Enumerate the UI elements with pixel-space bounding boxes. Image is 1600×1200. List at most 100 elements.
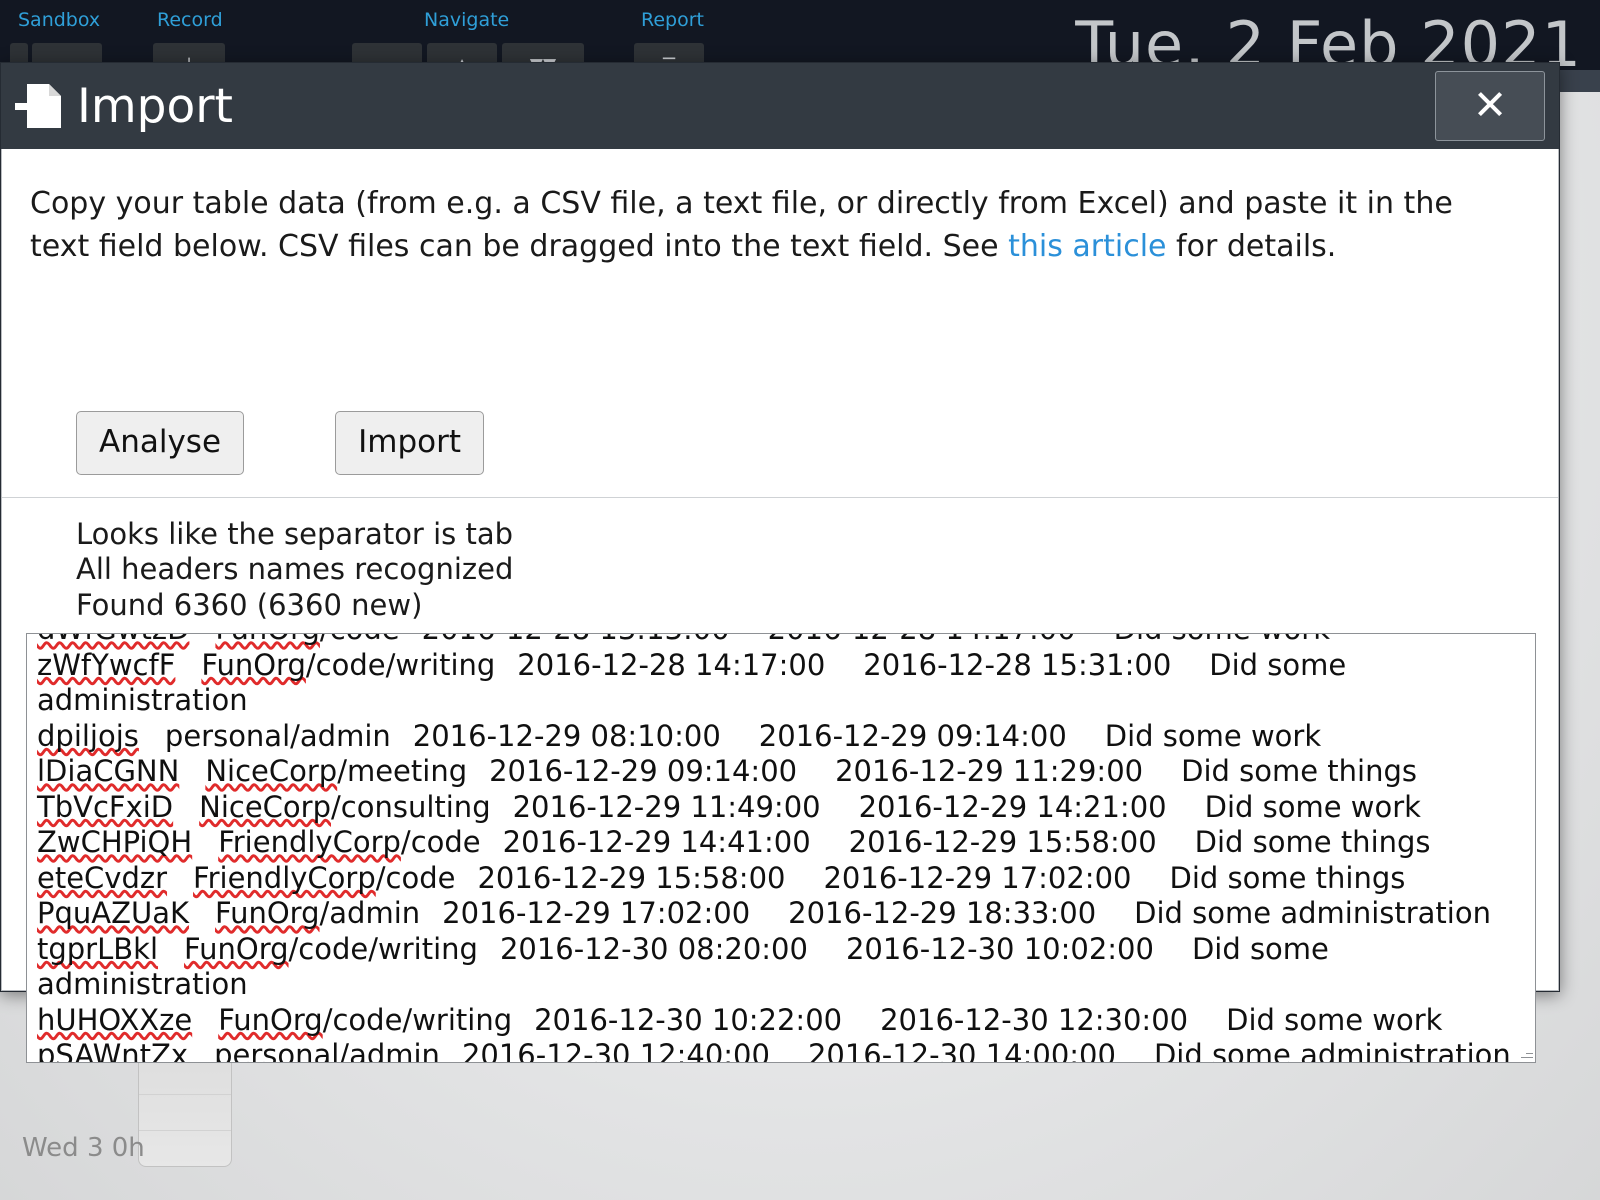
paste-cell: dWfGwtzD [37, 634, 189, 646]
paste-row: hUHOXXze FunOrg/code/writing 2016-12-30 … [37, 1002, 1535, 1039]
paste-cell: TbVcFxiD [37, 789, 174, 824]
textarea-resize-grip[interactable] [1519, 1046, 1533, 1060]
intro-text-after-link: for details. [1166, 228, 1337, 264]
paste-cell: tgprLBkl [37, 931, 159, 966]
import-button[interactable]: Import [335, 411, 485, 475]
paste-cell: Did some administration [1153, 1038, 1511, 1063]
tab-spacer [478, 932, 500, 968]
app-toolbar: SandboxRecordNavigateReport ↓▲▼▼☰ Tue, 2… [0, 0, 1600, 83]
paste-cell: 2016-12-29 15:58:00 [848, 825, 1157, 859]
intro-paragraph: Copy your table data (from e.g. a CSV fi… [30, 183, 1510, 268]
paste-cell-task-part: /consulting [331, 789, 491, 824]
paste-row: lDiaCGNN NiceCorp/meeting 2016-12-29 09:… [37, 754, 1535, 790]
tab-spacer [785, 861, 823, 897]
paste-cell-task-part: /admin [319, 896, 421, 930]
section-divider [2, 497, 1558, 498]
paste-cell-task-part: FunOrg [215, 896, 320, 930]
tab-spacer [1157, 825, 1195, 861]
paste-cell-task-part: FriendlyCorp [218, 825, 401, 859]
tab-spacer [400, 634, 422, 648]
paste-data-textarea[interactable]: dWfGwtzD FunOrg/code 2016-12-28 13:13:00… [26, 633, 1536, 1063]
tab-spacer [467, 754, 489, 790]
tab-spacer [721, 719, 759, 755]
tab-spacer [1171, 648, 1209, 684]
paste-cell-task-part: /writing [385, 647, 496, 682]
tab-spacer [179, 754, 205, 790]
dialog-title: Import [77, 78, 233, 134]
tab-spacer [173, 790, 199, 826]
paste-cell: 2016-12-29 14:41:00 [502, 825, 811, 859]
analysis-status-block: Looks like the separator is tab All head… [76, 517, 513, 623]
tab-spacer [750, 896, 788, 932]
paste-cell: 2016-12-30 08:20:00 [499, 931, 808, 966]
toolbar-group-label-navigate: Navigate [424, 9, 510, 31]
toolbar-group-label-record: Record [157, 9, 223, 31]
paste-cell: 2016-12-28 14:17:00 [517, 647, 826, 682]
paste-row: TbVcFxiD NiceCorp/consulting 2016-12-29 … [37, 789, 1535, 826]
paste-cell-task-part: NiceCorp [205, 754, 338, 788]
paste-cell: 2016-12-29 17:02:00 [823, 860, 1132, 895]
paste-cell: 2016-12-30 12:40:00 [461, 1038, 770, 1063]
tab-spacer [1167, 790, 1205, 826]
paste-cell-task-part: FunOrg [184, 931, 289, 966]
paste-cell: 2016-12-29 09:14:00 [758, 718, 1067, 753]
paste-cell-task-part: FunOrg [201, 647, 306, 682]
paste-cell: Did some things [1194, 825, 1431, 859]
this-article-link[interactable]: this article [1008, 229, 1166, 264]
paste-cell: Did some things [1181, 754, 1417, 788]
status-line-separator: Looks like the separator is tab [76, 517, 514, 551]
analyse-button[interactable]: Analyse [76, 411, 245, 475]
tab-spacer [167, 861, 193, 897]
tab-spacer [391, 719, 413, 755]
tab-spacer [808, 932, 846, 968]
paste-cell: pSAWntZx [37, 1038, 189, 1063]
tab-spacer [512, 1003, 534, 1039]
paste-cell: 2016-12-29 11:49:00 [512, 789, 821, 824]
paste-cell-task-part: /writing [402, 1002, 513, 1037]
tab-spacer [189, 896, 215, 932]
close-icon[interactable]: ✕ [1435, 71, 1545, 141]
paste-cell-task-part: /code [375, 860, 456, 895]
paste-cell: Did some work [1114, 634, 1330, 646]
paste-cell-task-part: /code [400, 825, 481, 859]
paste-cell-task-part: personal [214, 1038, 340, 1063]
paste-cell-task-part: personal [164, 718, 291, 753]
tab-spacer [188, 1038, 214, 1062]
tab-spacer [491, 790, 513, 826]
paste-cell: hUHOXXze [37, 1002, 193, 1037]
paste-cell: eteCvdzr [37, 860, 168, 895]
tab-spacer [1116, 1038, 1154, 1062]
import-document-arrow-icon [13, 84, 61, 128]
status-line-found: Found 6360 (6360 new) [76, 587, 423, 622]
tab-spacer [455, 861, 477, 897]
tab-spacer [1067, 719, 1105, 755]
paste-row: dWfGwtzD FunOrg/code 2016-12-28 13:13:00… [37, 634, 1535, 648]
paste-cell: 2016-12-29 18:33:00 [788, 896, 1097, 930]
paste-cell-task-part: /meeting [337, 754, 468, 788]
paste-cell-task-part: FunOrg [218, 1002, 323, 1037]
paste-cell: 2016-12-29 17:02:00 [442, 896, 751, 930]
paste-row: tgprLBkl FunOrg/code/writing 2016-12-30 … [37, 931, 1535, 1003]
paste-cell: ZwCHPiQH [37, 825, 193, 859]
tab-spacer [158, 932, 184, 968]
paste-cell-task-part: /writing [368, 931, 478, 966]
tab-spacer [1154, 932, 1192, 968]
paste-cell: 2016-12-30 10:02:00 [845, 931, 1154, 966]
import-dialog: Import ✕ Copy your table data (from e.g.… [0, 62, 1560, 1063]
paste-row: ZwCHPiQH FriendlyCorp/code 2016-12-29 14… [37, 825, 1535, 861]
toolbar-group-label-sandbox: Sandbox [18, 9, 101, 31]
background-day-label: Wed 3 0h [22, 1133, 145, 1163]
paste-cell: 2016-12-29 09:14:00 [489, 754, 798, 788]
paste-cell: 2016-12-29 14:21:00 [858, 789, 1167, 824]
tab-spacer [1076, 634, 1114, 648]
tab-spacer [481, 825, 503, 861]
paste-cell-task-part: /code [288, 931, 369, 966]
tab-spacer [175, 648, 201, 684]
tab-spacer [420, 896, 442, 932]
tab-spacer [842, 1003, 880, 1039]
paste-cell: 2016-12-29 08:10:00 [412, 718, 721, 753]
paste-row: pSAWntZx personal/admin 2016-12-30 12:40… [37, 1038, 1535, 1063]
paste-cell-task-part: FunOrg [215, 634, 320, 646]
tab-spacer [440, 1038, 462, 1062]
paste-cell: Did some things [1169, 860, 1406, 895]
